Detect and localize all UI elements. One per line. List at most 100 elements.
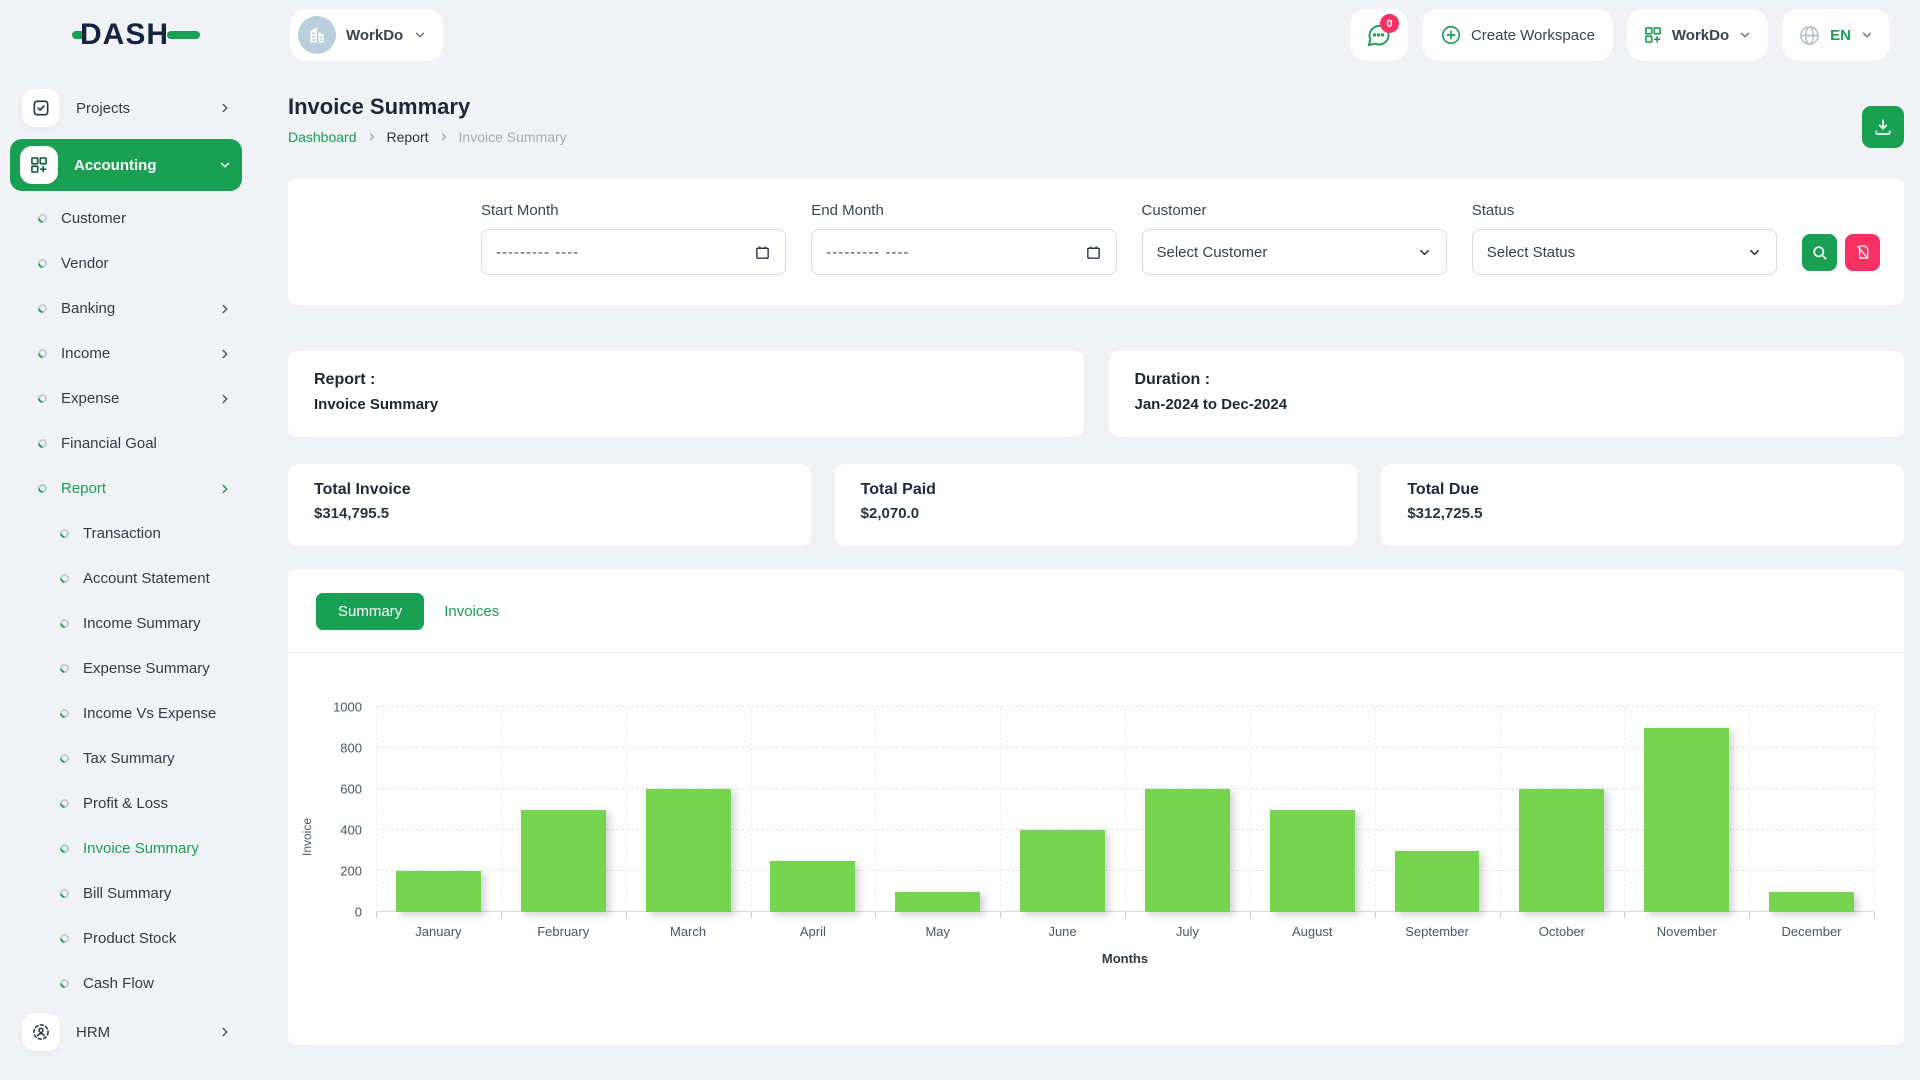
hrm-icon	[22, 1013, 60, 1051]
x-axis-tick	[1749, 912, 1750, 918]
language-dropdown[interactable]: EN	[1782, 9, 1890, 61]
checkbox-icon	[22, 89, 60, 127]
x-tick-label: November	[1624, 924, 1749, 939]
bullet-icon	[36, 482, 49, 495]
download-icon	[1873, 117, 1893, 137]
chart-bar-august	[1270, 810, 1355, 913]
chart-bar-november	[1644, 728, 1729, 913]
breadcrumb-report[interactable]: Report	[387, 129, 429, 145]
grid-plus-icon	[20, 146, 58, 184]
x-axis-labels: JanuaryFebruaryMarchAprilMayJuneJulyAugu…	[376, 924, 1874, 939]
bar-cell-december	[1749, 707, 1874, 912]
bar-cell-january	[376, 707, 501, 912]
sidebar-item-expense[interactable]: Expense	[0, 376, 242, 421]
report-info-card: Report : Invoice Summary	[288, 351, 1084, 437]
sidebar-nav: ProjectsAccountingCustomerVendorBankingI…	[0, 70, 260, 1080]
bar-cell-april	[750, 707, 875, 912]
sidebar-item-tax-summary[interactable]: Tax Summary	[0, 736, 242, 781]
sidebar-item-income-vs-expense[interactable]: Income Vs Expense	[0, 691, 242, 736]
bullet-icon	[36, 302, 49, 315]
sidebar-item-customer[interactable]: Customer	[0, 196, 242, 241]
sidebar-item-banking[interactable]: Banking	[0, 286, 242, 331]
main-content: Invoice Summary Dashboard Report Invoice…	[260, 70, 1920, 1080]
globe-icon	[1798, 24, 1821, 47]
chart-bars	[376, 707, 1874, 912]
bar-cell-august	[1250, 707, 1375, 912]
messages-button[interactable]: 0	[1350, 9, 1408, 61]
sidebar-item-income-summary[interactable]: Income Summary	[0, 601, 242, 646]
report-tabs: Summary Invoices	[288, 593, 1904, 630]
sidebar-item-profit-loss[interactable]: Profit & Loss	[0, 781, 242, 826]
search-icon	[1811, 244, 1828, 261]
chart-bar-september	[1395, 851, 1480, 913]
sidebar-item-hrm[interactable]: HRM	[0, 1006, 242, 1058]
sidebar-item-product-stock[interactable]: Product Stock	[0, 916, 242, 961]
customer-label: Customer	[1142, 202, 1447, 219]
breadcrumb-dashboard[interactable]: Dashboard	[288, 129, 357, 145]
total-paid-card: Total Paid $2,070.0	[835, 464, 1358, 546]
chevron-down-icon	[1860, 28, 1874, 42]
page-title: Invoice Summary	[288, 94, 567, 120]
chevron-down-icon	[1738, 28, 1752, 42]
x-axis-tick	[1000, 912, 1001, 918]
sidebar-item-bill-summary[interactable]: Bill Summary	[0, 871, 242, 916]
download-button[interactable]	[1862, 106, 1904, 148]
duration-value: Jan-2024 to Dec-2024	[1135, 396, 1879, 413]
start-month-input[interactable]: --------- ----	[481, 229, 786, 275]
chart-bar-march	[646, 789, 731, 912]
chart-bar-october	[1519, 789, 1604, 912]
logo[interactable]: DASH	[0, 20, 260, 50]
total-due-card: Total Due $312,725.5	[1381, 464, 1904, 546]
sidebar-item-invoice-summary[interactable]: Invoice Summary	[0, 826, 242, 871]
sidebar-item-expense-summary[interactable]: Expense Summary	[0, 646, 242, 691]
sidebar-item-account-statement[interactable]: Account Statement	[0, 556, 242, 601]
reset-filter-button[interactable]	[1845, 234, 1880, 271]
sidebar-item-accounting[interactable]: Accounting	[10, 139, 242, 191]
x-tick-label: August	[1250, 924, 1375, 939]
tab-invoices[interactable]: Invoices	[444, 603, 499, 620]
sidebar-item-income[interactable]: Income	[0, 331, 242, 376]
grid-plus-icon	[1643, 25, 1663, 45]
breadcrumb-current: Invoice Summary	[459, 129, 567, 145]
sidebar-item-transaction[interactable]: Transaction	[0, 511, 242, 556]
bullet-icon	[58, 797, 71, 810]
bullet-icon	[58, 932, 71, 945]
bar-cell-september	[1375, 707, 1500, 912]
x-axis-tick	[1250, 912, 1251, 918]
tab-summary[interactable]: Summary	[316, 593, 424, 630]
chart-bar-april	[770, 861, 855, 912]
bullet-icon	[36, 392, 49, 405]
end-month-input[interactable]: --------- ----	[811, 229, 1116, 275]
x-tick-label: July	[1125, 924, 1250, 939]
sidebar-item-vendor[interactable]: Vendor	[0, 241, 242, 286]
y-tick-label: 200	[340, 864, 362, 879]
bullet-icon	[58, 617, 71, 630]
chevron-right-icon	[218, 101, 232, 115]
bullet-icon	[58, 752, 71, 765]
apply-filter-button[interactable]	[1802, 234, 1837, 271]
calendar-icon	[1085, 244, 1102, 261]
workspace-avatar	[298, 16, 336, 54]
bullet-icon	[36, 347, 49, 360]
bullet-icon	[58, 842, 71, 855]
bar-cell-july	[1125, 707, 1250, 912]
customer-select[interactable]: Select Customer	[1142, 229, 1447, 275]
y-tick-label: 600	[340, 782, 362, 797]
chart-card: Summary Invoices Invoice 020040060080010…	[288, 569, 1904, 1045]
sidebar-item-report[interactable]: Report	[0, 466, 242, 511]
status-select[interactable]: Select Status	[1472, 229, 1777, 275]
duration-info-card: Duration : Jan-2024 to Dec-2024	[1109, 351, 1905, 437]
topbar: DASH WorkDo 0	[0, 0, 1920, 70]
bullet-icon	[58, 707, 71, 720]
workspace-switcher[interactable]: WorkDo	[290, 9, 443, 61]
duration-label: Duration :	[1135, 371, 1879, 389]
workdo-dropdown[interactable]: WorkDo	[1627, 9, 1768, 61]
chart-bar-january	[396, 871, 481, 912]
create-workspace-button[interactable]: Create Workspace	[1422, 9, 1613, 61]
invoice-bar-chart: Invoice 02004006008001000 JanuaryFebruar…	[376, 707, 1874, 966]
sidebar-item-financial-goal[interactable]: Financial Goal	[0, 421, 242, 466]
sidebar-item-cash-flow[interactable]: Cash Flow	[0, 961, 242, 1006]
language-label: EN	[1830, 27, 1851, 44]
x-tick-label: June	[1000, 924, 1125, 939]
sidebar-item-projects[interactable]: Projects	[0, 82, 242, 134]
